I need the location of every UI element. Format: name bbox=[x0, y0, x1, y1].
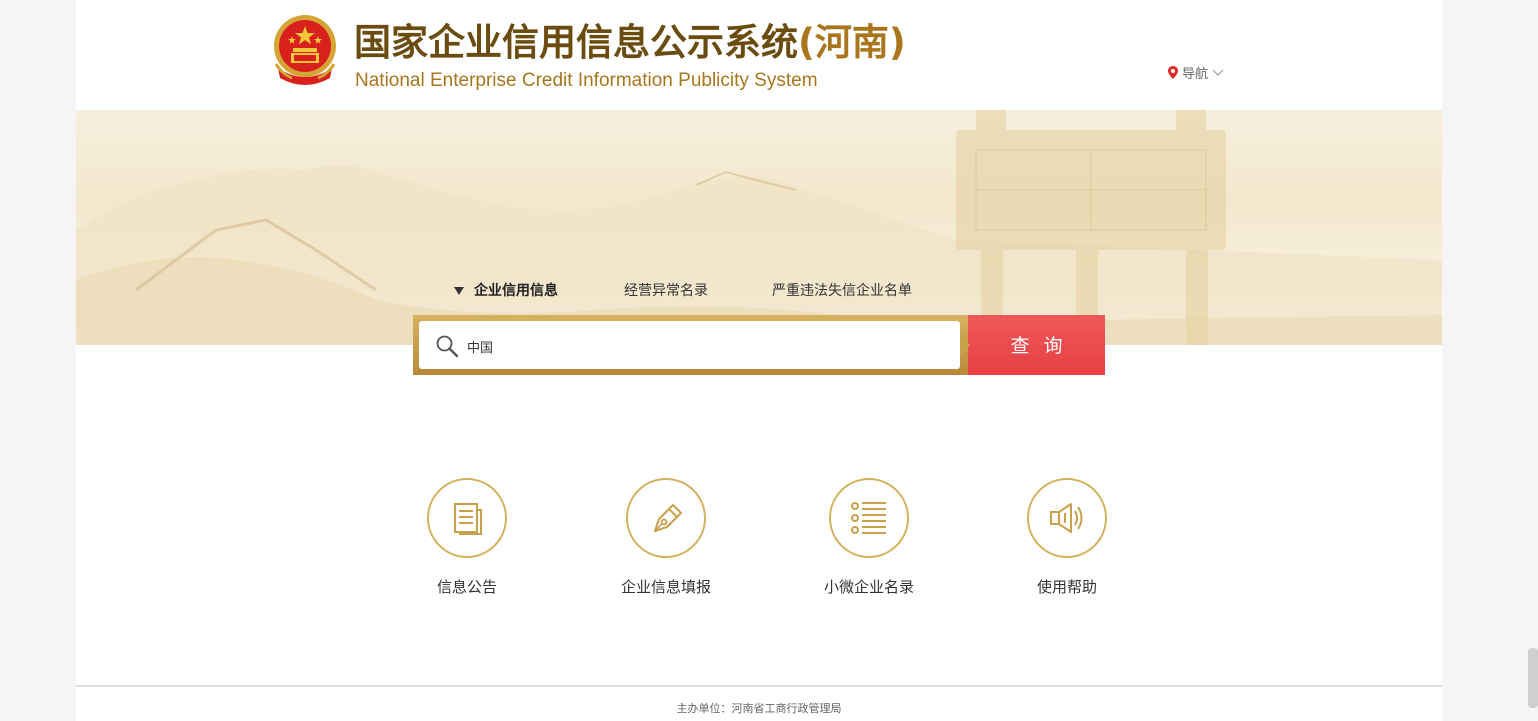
site-title-text: 国家企业信用信息公示系统 bbox=[354, 21, 798, 64]
tab-label: 严重违法失信企业名单 bbox=[772, 283, 912, 299]
national-emblem-icon bbox=[274, 15, 336, 85]
page-scrollbar[interactable] bbox=[1528, 648, 1538, 708]
great-wall-background-image bbox=[76, 110, 1442, 345]
site-title-province: (河南) bbox=[798, 21, 906, 64]
nav-label: 导航 bbox=[1182, 67, 1209, 82]
tab-label: 经营异常名录 bbox=[624, 283, 708, 299]
document-icon bbox=[454, 503, 482, 535]
pen-icon bbox=[654, 504, 682, 532]
search-bar bbox=[413, 315, 968, 375]
footer-divider bbox=[76, 685, 1442, 687]
tab-serious-violation-list[interactable]: 严重违法失信企业名单 bbox=[772, 280, 912, 300]
feature-circle bbox=[1027, 478, 1107, 558]
search-icon bbox=[436, 335, 459, 358]
feature-circle bbox=[427, 478, 507, 558]
header: 国家企业信用信息公示系统(河南) National Enterprise Cre… bbox=[76, 0, 1442, 110]
feature-enterprise-report[interactable]: 企业信息填报 bbox=[606, 478, 726, 597]
feature-info-announcement[interactable]: 信息公告 bbox=[407, 478, 527, 597]
list-icon bbox=[851, 502, 886, 534]
footer-sponsor-text: 主办单位：河南省工商行政管理局 bbox=[676, 702, 842, 715]
feature-small-business-list[interactable]: 小微企业名录 bbox=[809, 478, 929, 597]
speaker-icon bbox=[1050, 503, 1083, 533]
chevron-down-icon bbox=[1212, 69, 1224, 76]
feature-circle bbox=[626, 478, 706, 558]
search-divider-notch bbox=[960, 333, 970, 357]
tab-enterprise-credit[interactable]: 企业信用信息 bbox=[454, 280, 558, 300]
triangle-down-icon bbox=[454, 287, 464, 295]
search-button[interactable]: 查询 bbox=[968, 315, 1105, 375]
feature-circle bbox=[829, 478, 909, 558]
feature-help[interactable]: 使用帮助 bbox=[1007, 478, 1127, 597]
feature-label: 信息公告 bbox=[436, 578, 497, 596]
tab-label: 企业信用信息 bbox=[474, 283, 558, 299]
site-title-english: National Enterprise Credit Information P… bbox=[355, 70, 818, 91]
site-title: 国家企业信用信息公示系统(河南) bbox=[354, 18, 906, 68]
location-pin-icon bbox=[1168, 66, 1178, 79]
search-input[interactable] bbox=[465, 329, 949, 363]
feature-label: 小微企业名录 bbox=[823, 578, 914, 596]
feature-label: 使用帮助 bbox=[1036, 578, 1097, 596]
page: 国家企业信用信息公示系统(河南) National Enterprise Cre… bbox=[76, 0, 1442, 721]
search-category-tabs: 企业信用信息 经营异常名录 严重违法失信企业名单 bbox=[454, 280, 912, 300]
feature-label: 企业信息填报 bbox=[620, 578, 711, 596]
tab-abnormal-list[interactable]: 经营异常名录 bbox=[624, 280, 708, 300]
search-box bbox=[419, 321, 960, 369]
nav-menu-button[interactable]: 导航 bbox=[1168, 63, 1224, 82]
hero-banner bbox=[76, 110, 1442, 345]
